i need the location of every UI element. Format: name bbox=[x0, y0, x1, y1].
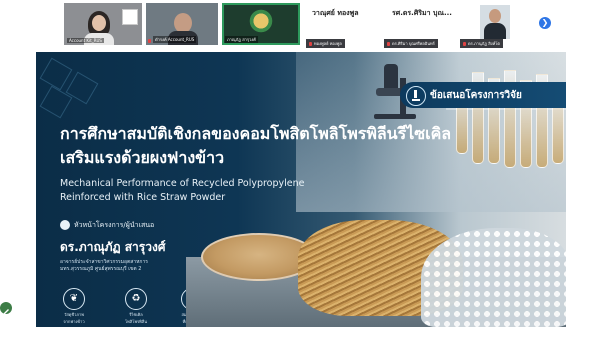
slide-title-thai-line-1: การศึกษาสมบัติเชิงกลของคอมโพสิตโพลิโพรพิ… bbox=[60, 124, 452, 143]
person-icon bbox=[60, 220, 70, 230]
avatar bbox=[489, 9, 501, 23]
participant-tile-2[interactable]: ดำรงค์ Account_RUS bbox=[146, 3, 218, 45]
mic-muted-icon bbox=[387, 42, 390, 46]
participant-tile-1[interactable]: Account Kit_RUS bbox=[64, 3, 142, 45]
participant-tile-active[interactable]: ภาณุภัฏ สารุวงศ์ bbox=[222, 3, 300, 45]
hexagon-decoration bbox=[39, 57, 73, 91]
feature-recycle: ♻ รีไซเคิล โพลิโพรพิลีน bbox=[116, 288, 156, 324]
slide-title-thai-line-2: เสริมแรงด้วยผงฟางข้าว bbox=[60, 148, 225, 167]
participant-sub: ดร.ศิริมา บุณศรีพลอินทร์ bbox=[384, 39, 438, 48]
shared-slide: ข้อเสนอโครงการวิจัย การศึกษาสมบัติเชิงกล… bbox=[36, 52, 566, 327]
participant-name: รศ.ดร.ศิริมา บุณ... bbox=[392, 9, 452, 17]
university-logo-icon bbox=[249, 7, 273, 35]
participant-name: วาณุศย์ ทองพูล bbox=[312, 9, 359, 17]
participant-strip: Account Kit_RUS ดำรงค์ Account_RUS ภาณุภ… bbox=[42, 0, 562, 50]
avatar bbox=[174, 13, 192, 33]
participant-name: Account Kit_RUS bbox=[67, 38, 104, 43]
mic-muted-icon bbox=[463, 42, 466, 46]
feature-label-1: วัสดุชีวภาพ bbox=[64, 312, 84, 317]
participant-sub-label: ดร.ศิริมา บุณศรีพลอินทร์ bbox=[392, 41, 435, 46]
proposal-badge: ข้อเสนอโครงการวิจัย bbox=[400, 82, 566, 108]
microscope-icon bbox=[406, 86, 426, 106]
feature-label-2: โพลิโพรพิลีน bbox=[125, 319, 147, 324]
pencil-icon bbox=[3, 309, 9, 315]
avatar-body bbox=[484, 23, 506, 39]
feature-label-2: จากฟางข้าว bbox=[63, 319, 85, 324]
slide-title-english-line-1: Mechanical Performance of Recycled Polyp… bbox=[60, 178, 305, 189]
participant-sub: ดร.ภานุภัฏ สิงห์โต bbox=[460, 39, 504, 48]
screen-share-icon bbox=[122, 9, 138, 25]
edit-fab-button[interactable] bbox=[0, 302, 12, 315]
leader-label: หัวหน้าโครงการ/ผู้นำเสนอ bbox=[74, 221, 155, 229]
slide-title-english-line-2: Reinforced with Rice Straw Powder bbox=[60, 192, 226, 203]
affiliation-line-2: มทร.สุวรรณภูมิ ศูนย์สุพรรณบุรี เขต 2 bbox=[60, 266, 142, 272]
polypropylene-pellets bbox=[421, 228, 566, 327]
recycle-icon: ♻ bbox=[125, 288, 147, 310]
presenter-name: ดร.ภาณุภัฏ สารุวงศ์ bbox=[60, 240, 166, 254]
participant-tile-5[interactable] bbox=[480, 5, 510, 39]
participant-sub: ทองพูลย์ ทองพูล bbox=[306, 39, 345, 48]
participant-sub-label: ทองพูลย์ ทองพูล bbox=[314, 41, 342, 46]
next-page-button[interactable]: ❯ bbox=[539, 17, 551, 29]
badge-label: ข้อเสนอโครงการวิจัย bbox=[430, 90, 522, 101]
feature-label-1: รีไซเคิล bbox=[129, 312, 143, 317]
avatar-face bbox=[92, 15, 106, 31]
participant-sub-label: ดร.ภานุภัฏ สิงห์โต bbox=[468, 41, 501, 46]
participant-name: ดำรงค์ Account_RUS bbox=[153, 36, 197, 43]
mic-muted-icon bbox=[148, 39, 151, 43]
mic-muted-icon bbox=[309, 42, 312, 46]
leaf-icon: ❦ bbox=[63, 288, 85, 310]
feature-biomaterial: ❦ วัสดุชีวภาพ จากฟางข้าว bbox=[54, 288, 94, 324]
participant-name: ภาณุภัฏ สารุวงศ์ bbox=[225, 36, 258, 43]
